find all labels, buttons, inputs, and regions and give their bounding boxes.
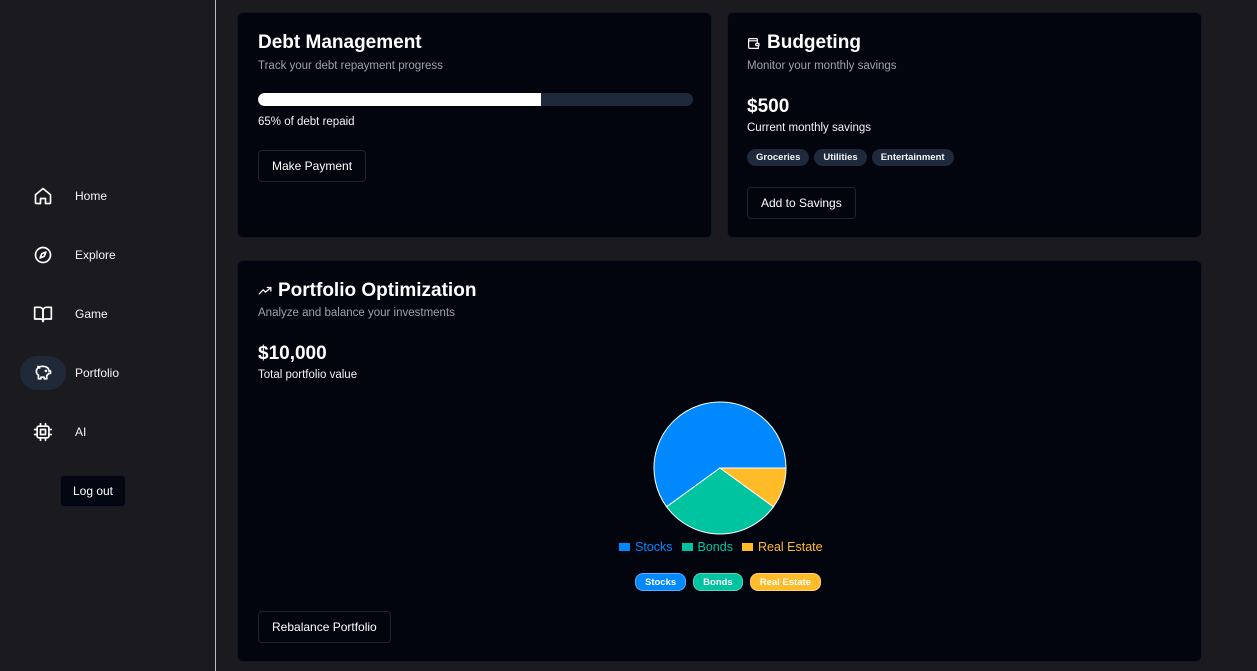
tag-entertainment: Entertainment: [871, 149, 954, 166]
card-subtitle: Analyze and balance your investments: [258, 307, 455, 319]
savings-label: Current monthly savings: [747, 122, 871, 134]
sidebar-item-explore[interactable]: Explore: [20, 238, 116, 272]
wallet-icon: [747, 37, 760, 50]
legend-label: Bonds: [697, 540, 733, 554]
rebalance-portfolio-button[interactable]: Rebalance Portfolio: [258, 611, 391, 643]
budgeting-card: Budgeting Monitor your monthly savings $…: [727, 12, 1202, 238]
cpu-icon: [20, 415, 66, 449]
budget-tags: Groceries Utilities Entertainment: [747, 149, 954, 166]
sidebar-item-label: Game: [75, 307, 108, 321]
debt-progress-fill: [258, 93, 541, 106]
card-subtitle: Monitor your monthly savings: [747, 60, 897, 72]
sidebar-item-label: Portfolio: [75, 366, 120, 380]
chart-legend: Stocks Bonds Real Estate: [619, 540, 823, 554]
trending-up-icon: [258, 284, 272, 298]
legend-swatch: [681, 543, 693, 551]
legend-item[interactable]: Stocks: [619, 540, 673, 554]
legend-item[interactable]: Bonds: [681, 540, 733, 554]
legend-swatch: [619, 543, 630, 551]
debt-progress-bar: [258, 93, 693, 106]
portfolio-value: $10,000: [258, 343, 327, 364]
portfolio-value-label: Total portfolio value: [258, 369, 358, 381]
portfolio-optimization-card: Portfolio Optimization Analyze and balan…: [237, 260, 1202, 662]
savings-value: $500: [747, 96, 790, 117]
sidebar-item-game[interactable]: Game: [20, 297, 108, 331]
legend-label: Stocks: [635, 540, 673, 554]
progress-label: 65% of debt repaid: [258, 116, 355, 128]
compass-icon: [20, 238, 66, 272]
sidebar-item-label: AI: [75, 425, 87, 439]
sidebar-item-ai[interactable]: AI: [20, 415, 86, 449]
legend-label: Real Estate: [757, 540, 823, 554]
allocation-pills: Stocks Bonds Real Estate: [635, 573, 821, 591]
card-title: Portfolio Optimization: [278, 280, 477, 301]
card-subtitle: Track your debt repayment progress: [258, 60, 443, 72]
sidebar-item-home[interactable]: Home: [20, 179, 107, 213]
logout-button[interactable]: Log out: [60, 475, 126, 507]
allocation-pill: Stocks: [635, 573, 687, 591]
tag-utilities: Utilities: [814, 149, 867, 166]
add-to-savings-button[interactable]: Add to Savings: [747, 187, 856, 219]
make-payment-button[interactable]: Make Payment: [258, 150, 367, 182]
legend-swatch: [741, 543, 753, 551]
legend-item[interactable]: Real Estate: [741, 540, 823, 554]
sidebar-item-label: Home: [75, 189, 108, 203]
sidebar: Home Explore Game Portfolio AI Log out: [0, 0, 216, 671]
book-icon: [20, 297, 66, 331]
piggy-bank-icon: [20, 356, 66, 390]
portfolio-pie-chart: [653, 401, 787, 535]
tag-groceries: Groceries: [747, 149, 810, 166]
allocation-pill: Real Estate: [749, 573, 821, 591]
allocation-pill: Bonds: [693, 573, 743, 591]
debt-management-card: Debt Management Track your debt repaymen…: [237, 12, 712, 238]
card-title: Budgeting: [767, 32, 861, 53]
card-title: Debt Management: [258, 32, 422, 53]
home-icon: [20, 179, 66, 213]
sidebar-item-portfolio[interactable]: Portfolio: [20, 356, 119, 390]
sidebar-item-label: Explore: [75, 248, 116, 262]
